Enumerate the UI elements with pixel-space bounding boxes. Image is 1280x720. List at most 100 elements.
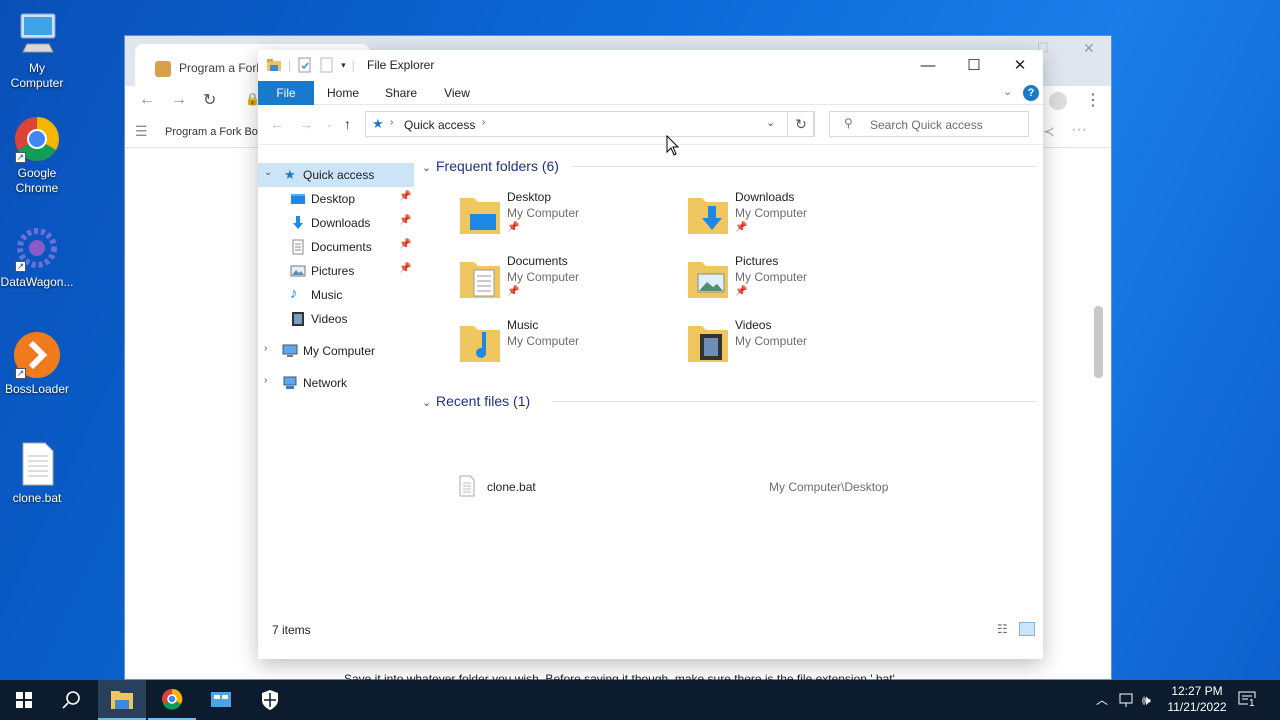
folder-documents[interactable]: Documents My Computer 📌	[458, 254, 658, 310]
details-view-icon[interactable]: ☷	[997, 622, 1008, 636]
chevron-right-icon[interactable]: ›	[264, 375, 267, 386]
up-icon[interactable]: ↑	[344, 116, 351, 132]
desktop-icon-label: My Computer	[10, 61, 64, 90]
new-folder-icon[interactable]	[319, 57, 335, 73]
properties-icon[interactable]	[297, 57, 313, 73]
recent-file-row[interactable]: clone.bat My Computer\Desktop	[458, 475, 1038, 499]
window-close-icon[interactable]: ✕	[1083, 40, 1095, 57]
address-bar[interactable]: ★ › Quick access › ⌄	[365, 111, 814, 137]
browser-scrollbar[interactable]	[1094, 306, 1103, 378]
chevron-down-icon[interactable]: ⌄	[422, 161, 436, 174]
recent-files-header[interactable]: ⌄ Recent files (1)	[422, 393, 530, 409]
nav-item-my-computer[interactable]: › My Computer	[258, 339, 414, 363]
pin-icon: 📌	[735, 222, 748, 233]
hamburger-menu-icon[interactable]: ☰	[135, 123, 148, 140]
desktop-icon-label: Google Chrome	[15, 166, 59, 195]
nav-item-pictures[interactable]: Pictures 📌	[258, 259, 414, 283]
bookmark-item[interactable]: Program a Fork Bom	[165, 126, 267, 138]
pin-icon: 📌	[507, 222, 520, 233]
chevron-right-icon[interactable]: ›	[264, 343, 267, 354]
folder-videos[interactable]: Videos My Computer	[686, 318, 886, 374]
desktop-icon-bossloader[interactable]: ↗ BossLoader	[0, 331, 74, 397]
videos-folder-icon	[686, 320, 730, 364]
maximize-button[interactable]: ☐	[951, 50, 997, 81]
folder-location: My Computer	[735, 334, 808, 348]
recent-locations-icon[interactable]: ⌄	[326, 119, 334, 130]
desktop-icon-google-chrome[interactable]: ↗ Google Chrome	[0, 115, 74, 196]
desktop-icon-datawagon[interactable]: ↗ DataWagon...	[0, 224, 74, 290]
chevron-down-icon[interactable]: ⌄	[264, 167, 272, 178]
nav-item-downloads[interactable]: Downloads 📌	[258, 211, 414, 235]
desktop-icon-my-computer[interactable]: My Computer	[0, 10, 74, 91]
documents-folder-icon	[458, 256, 502, 300]
address-dropdown-icon[interactable]: ⌄	[766, 116, 775, 129]
breadcrumb-chevron-icon[interactable]: ›	[482, 117, 485, 128]
expand-ribbon-icon[interactable]: ⌄	[1003, 85, 1012, 98]
share-icon[interactable]: ≺	[1043, 123, 1055, 140]
folder-downloads[interactable]: Downloads My Computer 📌	[686, 190, 886, 246]
batch-file-icon	[13, 440, 61, 488]
shortcut-arrow-icon: ↗	[15, 152, 26, 163]
menu-dots-icon[interactable]: ⋮	[1085, 90, 1101, 110]
tab-share[interactable]: Share	[380, 81, 422, 105]
file-explorer-window[interactable]: | ▾ | File Explorer — ☐ ✕ File Home Shar…	[258, 50, 1043, 659]
nav-item-quick-access[interactable]: ⌄ ★ Quick access	[258, 163, 414, 187]
more-icon[interactable]: ···	[1071, 121, 1087, 139]
nav-label: Documents	[311, 240, 372, 254]
reload-icon[interactable]: ↻	[203, 90, 216, 110]
taskbar-control-panel[interactable]	[197, 680, 245, 720]
desktop-icon-label: DataWagon...	[0, 275, 74, 289]
nav-item-documents[interactable]: Documents 📌	[258, 235, 414, 259]
help-icon[interactable]: ?	[1023, 85, 1039, 101]
nav-item-network[interactable]: › Network	[258, 371, 414, 395]
refresh-button[interactable]: ↻	[787, 111, 815, 137]
frequent-folders-header[interactable]: ⌄ Frequent folders (6)	[422, 158, 559, 174]
chrome-icon: ↗	[13, 115, 61, 163]
volume-icon[interactable]: 🕪	[1142, 680, 1151, 720]
folder-location: My Computer	[735, 206, 808, 220]
large-icons-view-icon[interactable]	[1019, 622, 1035, 636]
tab-file[interactable]: File	[258, 81, 314, 105]
music-folder-icon: ♪	[290, 285, 298, 302]
bossloader-icon: ↗	[13, 331, 61, 379]
start-button[interactable]	[0, 680, 48, 720]
star-icon: ★	[284, 167, 296, 182]
search-button[interactable]	[48, 680, 96, 720]
back-icon[interactable]: ←	[270, 116, 284, 132]
minimize-button[interactable]: —	[905, 50, 951, 81]
taskbar-security[interactable]	[246, 680, 294, 720]
desktop-folder-icon	[290, 191, 306, 207]
title-bar: | ▾ | File Explorer — ☐ ✕	[258, 50, 1043, 81]
desktop-icon-clone-bat[interactable]: clone.bat	[0, 440, 74, 506]
recent-file-name: clone.bat	[487, 480, 536, 494]
taskbar-file-explorer[interactable]	[98, 680, 146, 720]
folder-music[interactable]: Music My Computer	[458, 318, 658, 374]
videos-folder-icon	[290, 311, 306, 327]
search-input[interactable]: ⚲ Search Quick access	[829, 111, 1029, 137]
chevron-down-icon[interactable]: ⌄	[422, 396, 436, 409]
folder-pictures[interactable]: Pictures My Computer 📌	[686, 254, 886, 310]
address-row: ← → ⌄ ↑ ★ › Quick access › ⌄ ↻ ⚲ Search …	[258, 105, 1043, 145]
customize-toolbar-icon[interactable]: ▾	[341, 60, 346, 71]
action-center-icon[interactable]: 1	[1238, 690, 1258, 710]
nav-item-videos[interactable]: Videos	[258, 307, 414, 331]
close-button[interactable]: ✕	[997, 50, 1043, 81]
nav-item-music[interactable]: ♪ Music	[258, 283, 414, 307]
forward-icon[interactable]: →	[171, 91, 187, 109]
section-title: Recent files (1)	[436, 393, 531, 409]
show-hidden-icons-icon[interactable]: ︿	[1096, 680, 1108, 720]
profile-icon[interactable]	[1049, 92, 1067, 110]
folder-desktop[interactable]: Desktop My Computer 📌	[458, 190, 658, 246]
tab-home[interactable]: Home	[322, 81, 364, 105]
tab-view[interactable]: View	[438, 81, 476, 105]
folder-name: Desktop	[507, 190, 552, 204]
taskbar-chrome[interactable]	[148, 680, 196, 720]
breadcrumb[interactable]: Quick access	[404, 118, 475, 132]
clock[interactable]: 12:27 PM 11/21/2022	[1162, 680, 1232, 720]
back-icon[interactable]: ←	[139, 91, 155, 109]
network-tray-icon[interactable]	[1118, 680, 1136, 720]
nav-item-desktop[interactable]: Desktop 📌	[258, 187, 414, 211]
nav-label: Videos	[311, 312, 348, 326]
nav-label: Music	[311, 288, 343, 302]
forward-icon[interactable]: →	[299, 116, 313, 132]
